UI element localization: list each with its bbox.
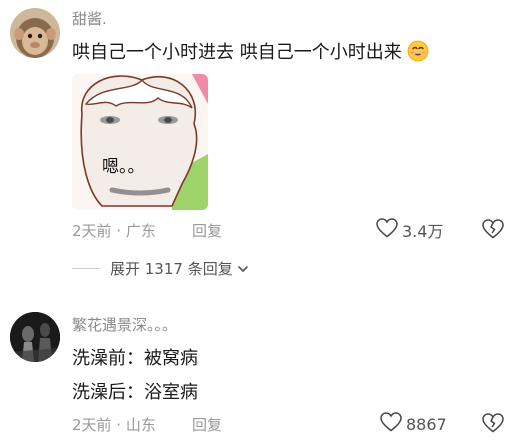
expand-replies-label: 展开 1317 条回复 bbox=[110, 260, 233, 278]
expand-replies-button[interactable]: 展开 1317 条回复 bbox=[72, 258, 249, 279]
like-count: 8867 bbox=[406, 414, 447, 434]
username[interactable]: 繁花遇景深。。。 bbox=[72, 314, 177, 335]
comment-meta: 2天前 · 广东 bbox=[72, 222, 156, 240]
like-button[interactable]: 3.4万 bbox=[376, 218, 443, 242]
comment-text: 哄自己一个小时进去 哄自己一个小时出来 bbox=[72, 38, 429, 67]
heart-outline-icon bbox=[380, 412, 402, 436]
sticker-image[interactable]: 嗯。。 bbox=[72, 74, 208, 210]
heart-outline-icon bbox=[376, 218, 398, 242]
divider bbox=[72, 268, 100, 269]
like-count: 3.4万 bbox=[402, 222, 444, 241]
chevron-down-icon bbox=[237, 264, 249, 274]
comment-text-line: 洗澡后：浴室病 bbox=[72, 382, 198, 403]
broken-heart-icon bbox=[482, 219, 504, 243]
sticker-caption: 嗯。。 bbox=[102, 157, 145, 177]
username[interactable]: 甜酱. bbox=[72, 8, 107, 29]
reply-button[interactable]: 回复 bbox=[192, 414, 222, 435]
reply-button[interactable]: 回复 bbox=[192, 220, 222, 241]
avatar[interactable] bbox=[10, 8, 60, 58]
like-button[interactable]: 8867 bbox=[380, 412, 447, 436]
comment-text-line: 洗澡前：被窝病 bbox=[72, 348, 198, 369]
dislike-button[interactable] bbox=[482, 413, 504, 437]
dislike-button[interactable] bbox=[482, 219, 504, 243]
grinning-face-emoji-icon bbox=[407, 40, 429, 67]
comment-text-content: 哄自己一个小时进去 哄自己一个小时出来 bbox=[72, 42, 402, 63]
broken-heart-icon bbox=[482, 413, 504, 437]
comment-meta: 2天前 · 山东 bbox=[72, 416, 156, 434]
avatar[interactable] bbox=[10, 312, 60, 362]
